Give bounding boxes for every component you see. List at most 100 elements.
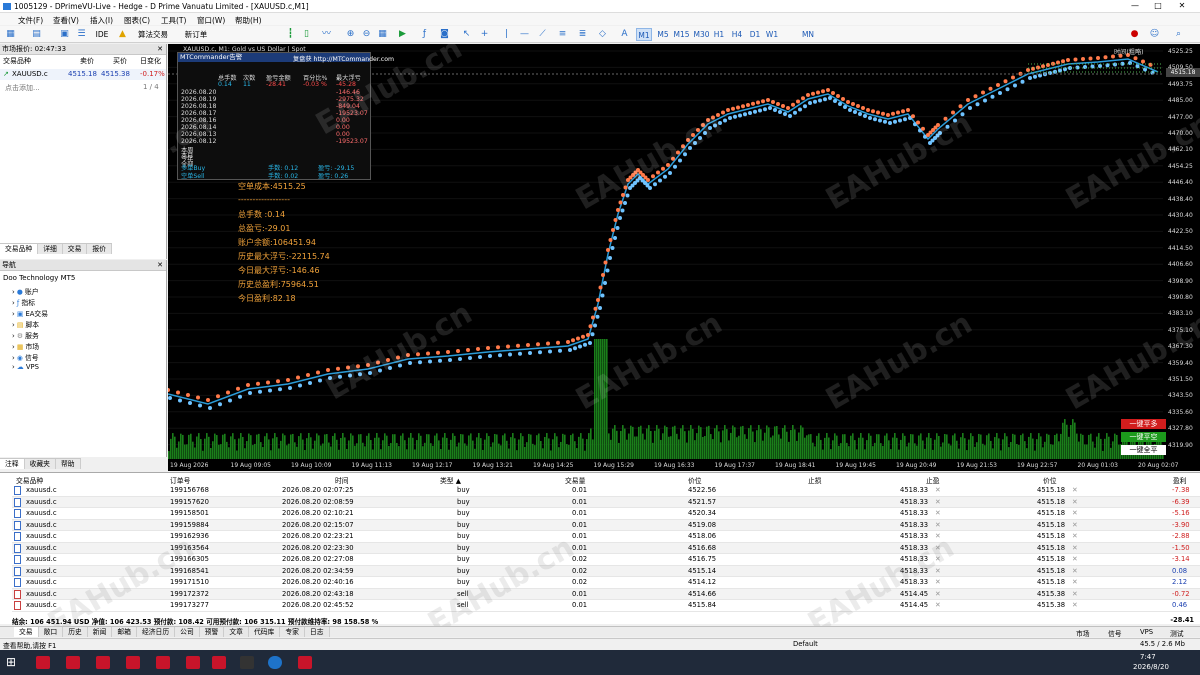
- position-row[interactable]: xauusd.c 199158501 2026.08.20 02:10:21 buy 0…: [12, 508, 1200, 520]
- col-symbol[interactable]: 交易品种: [16, 475, 43, 485]
- remove-tp-icon[interactable]: ✕: [1072, 601, 1078, 609]
- col-ask[interactable]: 买价: [113, 56, 127, 66]
- remove-tp-icon[interactable]: ✕: [1072, 590, 1078, 598]
- price-chart[interactable]: XAUUSD.c, M1: Gold vs US Dollar | Spot 时…: [168, 44, 1200, 471]
- col-time[interactable]: 时间: [335, 475, 349, 485]
- tab-11[interactable]: 日志: [304, 627, 330, 637]
- col-price[interactable]: 价位: [688, 475, 702, 485]
- col-sl[interactable]: 止损: [808, 475, 822, 485]
- position-row[interactable]: xauusd.c 199168541 2026.08.20 02:34:59 buy 0…: [12, 565, 1200, 577]
- menu-insert[interactable]: 插入(I): [90, 15, 113, 26]
- mtc-url[interactable]: 复盘获 http://MTCommander.com: [293, 54, 394, 63]
- timeframe-h1[interactable]: H1: [711, 28, 727, 41]
- tab-market[interactable]: 市场: [1076, 628, 1090, 638]
- trendline-icon[interactable]: ⟋: [536, 28, 549, 41]
- col-change[interactable]: 日变化: [140, 56, 161, 66]
- nav-scripts[interactable]: › ▤ 脚本: [12, 319, 39, 329]
- lock-icon[interactable]: ▲: [116, 28, 129, 41]
- remove-tp-icon[interactable]: ✕: [1072, 486, 1078, 494]
- tab-8[interactable]: 文章: [224, 627, 249, 637]
- cursor-icon[interactable]: ↖: [460, 28, 473, 41]
- remove-tp-icon[interactable]: ✕: [935, 590, 941, 598]
- horizontal-line-icon[interactable]: —: [518, 28, 531, 41]
- taskbar-app-icon[interactable]: [186, 656, 200, 669]
- tab-2[interactable]: 历史: [63, 627, 88, 637]
- tab-tester[interactable]: 测试: [1170, 628, 1184, 638]
- text-icon[interactable]: A: [618, 28, 631, 41]
- autoscroll-icon[interactable]: ▶: [396, 28, 409, 41]
- col-tp[interactable]: 止盈: [926, 475, 940, 485]
- tab-6[interactable]: 公司: [175, 627, 200, 637]
- close-icon[interactable]: ✕: [157, 44, 163, 55]
- shapes-icon[interactable]: ◇: [596, 28, 609, 41]
- col-type[interactable]: 类型 ▲: [440, 475, 461, 485]
- position-row[interactable]: xauusd.c 199171510 2026.08.20 02:40:16 buy 0…: [12, 577, 1200, 589]
- menu-view[interactable]: 查看(V): [53, 15, 79, 26]
- timeframe-mn[interactable]: MN: [800, 28, 816, 41]
- menu-window[interactable]: 窗口(W): [197, 15, 225, 26]
- tab-details[interactable]: 详细: [38, 244, 63, 254]
- navigator-icon[interactable]: ☰: [75, 28, 88, 41]
- indicators-icon[interactable]: ƒ: [418, 28, 431, 41]
- menu-help[interactable]: 帮助(H): [235, 15, 262, 26]
- close-icon[interactable]: ✕: [157, 260, 163, 271]
- remove-tp-icon[interactable]: ✕: [935, 498, 941, 506]
- position-row[interactable]: xauusd.c 199157620 2026.08.20 02:08:59 buy 0…: [12, 496, 1200, 508]
- screenshot-icon[interactable]: ◙: [438, 28, 451, 41]
- new-order-button[interactable]: 新订单: [176, 28, 216, 41]
- nav-vps[interactable]: › ☁ VPS: [12, 363, 39, 371]
- timeframe-m15[interactable]: M15: [672, 28, 691, 41]
- profiles-icon[interactable]: ▤: [30, 28, 43, 41]
- nav-experts[interactable]: › ▣ EA交易: [12, 308, 48, 318]
- nav-accounts[interactable]: › ● 账户: [12, 286, 39, 296]
- grid-icon[interactable]: ▦: [376, 28, 389, 41]
- remove-tp-icon[interactable]: ✕: [1072, 578, 1078, 586]
- zoom-out-icon[interactable]: ⊖: [360, 28, 373, 41]
- remove-tp-icon[interactable]: ✕: [1072, 509, 1078, 517]
- position-row[interactable]: xauusd.c 199159884 2026.08.20 02:15:07 buy 0…: [12, 519, 1200, 531]
- tab-signals[interactable]: 信号: [1108, 628, 1122, 638]
- menu-tools[interactable]: 工具(T): [161, 15, 186, 26]
- tab-help[interactable]: 帮助: [55, 459, 81, 469]
- crosshair-icon[interactable]: +: [478, 28, 491, 41]
- remove-tp-icon[interactable]: ✕: [1072, 567, 1078, 575]
- col-bid[interactable]: 卖价: [80, 56, 94, 66]
- col-current[interactable]: 价位: [1043, 475, 1057, 485]
- col-symbol[interactable]: 交易品种: [3, 56, 31, 66]
- position-row[interactable]: xauusd.c 199162936 2026.08.20 02:23:21 buy 0…: [12, 531, 1200, 543]
- fibonacci-icon[interactable]: ≣: [576, 28, 589, 41]
- zoom-in-icon[interactable]: ⊕: [344, 28, 357, 41]
- tab-3[interactable]: 新闻: [87, 627, 113, 637]
- bar-chart-icon[interactable]: ┇: [284, 28, 297, 41]
- remove-tp-icon[interactable]: ✕: [1072, 498, 1078, 506]
- remove-tp-icon[interactable]: ✕: [1072, 555, 1078, 563]
- close-button[interactable]: ✕: [1172, 1, 1192, 10]
- tab-9[interactable]: 代码库: [248, 627, 281, 637]
- close-all-buy-button[interactable]: 一键平多: [1121, 419, 1166, 429]
- timeframe-m5[interactable]: M5: [655, 28, 671, 41]
- notifications-icon[interactable]: ●: [1128, 28, 1141, 41]
- remove-tp-icon[interactable]: ✕: [1072, 521, 1078, 529]
- channel-icon[interactable]: ≡: [556, 28, 569, 41]
- tab-0[interactable]: 交易: [14, 627, 39, 637]
- timeframe-m1[interactable]: M1: [636, 28, 652, 41]
- nav-signals[interactable]: › ◉ 信号: [12, 352, 39, 362]
- tab-5[interactable]: 经济日历: [136, 627, 176, 637]
- tab-common[interactable]: 注释: [0, 459, 25, 469]
- close-all-sell-button[interactable]: 一键平空: [1121, 432, 1166, 442]
- col-ticket[interactable]: 订单号: [170, 475, 190, 485]
- menu-file[interactable]: 文件(F): [18, 15, 43, 26]
- timeframe-d1[interactable]: D1: [747, 28, 763, 41]
- nav-market[interactable]: › ▦ 市场: [12, 341, 39, 351]
- taskbar-app-icon[interactable]: [36, 656, 50, 669]
- remove-tp-icon[interactable]: ✕: [935, 521, 941, 529]
- taskbar-app-icon[interactable]: [126, 656, 140, 669]
- col-volume[interactable]: 交易量: [565, 475, 585, 485]
- col-profit[interactable]: 盈利: [1173, 475, 1187, 485]
- menu-chart[interactable]: 图表(C): [124, 15, 150, 26]
- windows-start-icon[interactable]: ⊞: [6, 655, 16, 669]
- close-all-button[interactable]: 一键全平: [1121, 445, 1166, 455]
- algo-trading-button[interactable]: 算法交易: [131, 28, 175, 41]
- taskbar-app-icon[interactable]: [298, 656, 312, 669]
- vertical-line-icon[interactable]: |: [500, 28, 513, 41]
